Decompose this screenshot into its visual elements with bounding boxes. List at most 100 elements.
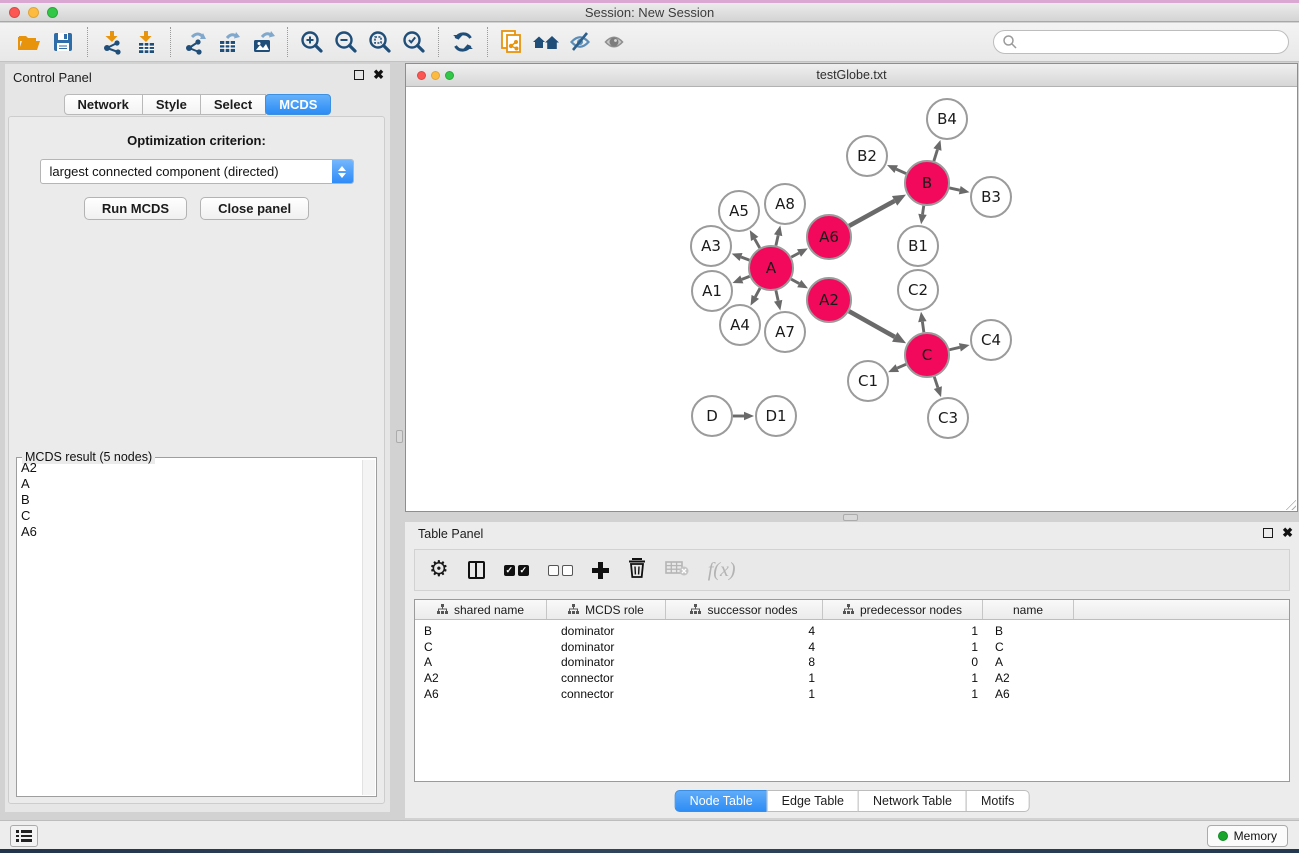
graph-node-label: D bbox=[706, 407, 718, 425]
table-row[interactable]: Bdominator41B bbox=[415, 623, 1289, 639]
result-item[interactable]: A bbox=[18, 476, 361, 492]
column-header-predecessor-nodes[interactable]: predecessor nodes bbox=[823, 600, 983, 619]
column-header-mcds-role[interactable]: MCDS role bbox=[547, 600, 666, 619]
run-mcds-button[interactable]: Run MCDS bbox=[84, 197, 187, 220]
mcds-result-list[interactable]: A2 A B C A6 bbox=[18, 460, 361, 795]
result-item[interactable]: B bbox=[18, 492, 361, 508]
float-panel-icon[interactable] bbox=[354, 70, 364, 80]
graph-edge-B-B2[interactable] bbox=[896, 169, 906, 173]
clone-network-icon[interactable] bbox=[495, 26, 529, 58]
float-table-panel-icon[interactable] bbox=[1263, 528, 1273, 538]
tab-select[interactable]: Select bbox=[200, 94, 266, 115]
graph-node-label: A2 bbox=[819, 291, 839, 309]
graph-node-label: C bbox=[922, 346, 932, 364]
hide-details-icon[interactable] bbox=[563, 26, 597, 58]
import-table-icon[interactable] bbox=[129, 26, 163, 58]
table-row[interactable]: A6connector11A6 bbox=[415, 686, 1289, 702]
tab-network-table[interactable]: Network Table bbox=[858, 790, 967, 812]
column-header-name[interactable]: name bbox=[983, 600, 1074, 619]
import-network-icon[interactable] bbox=[95, 26, 129, 58]
graph-edge-A-A1[interactable] bbox=[742, 276, 750, 279]
network-canvas[interactable]: B4B2BB3A8A5A6A3B1AA1C2A2A4A7C4CC1C3DD1 bbox=[406, 87, 1297, 511]
close-panel-icon[interactable]: ✖ bbox=[373, 69, 384, 81]
network-graph[interactable]: B4B2BB3A8A5A6A3B1AA1C2A2A4A7C4CC1C3DD1 bbox=[406, 87, 1297, 511]
export-image-icon[interactable] bbox=[246, 26, 280, 58]
toolbar-separator bbox=[438, 27, 439, 57]
tab-node-table[interactable]: Node Table bbox=[675, 790, 768, 812]
graph-edge-A-A6[interactable] bbox=[791, 253, 799, 257]
unselect-all-columns-icon[interactable] bbox=[548, 565, 573, 576]
graph-edge-C-C3[interactable] bbox=[934, 377, 938, 388]
show-details-icon[interactable] bbox=[597, 26, 631, 58]
graph-edge-A2-C[interactable] bbox=[849, 311, 895, 337]
result-item[interactable]: C bbox=[18, 508, 361, 524]
control-panel: Control Panel ✖ Network Style Select MCD… bbox=[5, 64, 390, 812]
graph-edge-B-B1[interactable] bbox=[923, 206, 924, 215]
graph-edge-A-A3[interactable] bbox=[741, 257, 749, 260]
network-window-titlebar[interactable]: testGlobe.txt bbox=[406, 64, 1297, 87]
minimize-window-button[interactable] bbox=[28, 7, 39, 18]
result-item[interactable]: A2 bbox=[18, 460, 361, 476]
graph-edge-C-C4[interactable] bbox=[949, 347, 959, 349]
graph-edge-A6-B[interactable] bbox=[849, 201, 894, 226]
table-row[interactable]: Cdominator41C bbox=[415, 639, 1289, 655]
window-title: Session: New Session bbox=[0, 3, 1299, 22]
criterion-dropdown[interactable]: largest connected component (directed) bbox=[40, 159, 354, 184]
node-table[interactable]: shared name MCDS role successor nodes pr… bbox=[414, 599, 1290, 782]
tab-edge-table[interactable]: Edge Table bbox=[767, 790, 859, 812]
attribute-icon bbox=[437, 604, 448, 615]
task-history-button[interactable] bbox=[10, 825, 38, 847]
graph-edge-A-A8[interactable] bbox=[776, 235, 778, 245]
close-panel-button[interactable]: Close panel bbox=[200, 197, 309, 220]
export-table-icon[interactable] bbox=[212, 26, 246, 58]
graph-edge-A-A5[interactable] bbox=[755, 239, 760, 248]
toolbar-search-field[interactable] bbox=[993, 30, 1289, 54]
tab-style[interactable]: Style bbox=[142, 94, 201, 115]
delete-table-icon-disabled bbox=[665, 560, 689, 581]
status-bar: Memory bbox=[0, 820, 1299, 849]
select-all-columns-icon[interactable]: ✓✓ bbox=[504, 565, 529, 576]
column-header-shared-name[interactable]: shared name bbox=[415, 600, 547, 619]
attribute-icon bbox=[843, 604, 854, 615]
maximize-window-button[interactable] bbox=[47, 7, 58, 18]
network-close-button[interactable] bbox=[417, 71, 426, 80]
table-row[interactable]: Adominator80A bbox=[415, 655, 1289, 671]
show-columns-icon[interactable] bbox=[468, 561, 485, 579]
open-file-icon[interactable] bbox=[12, 26, 46, 58]
graph-edge-B-B3[interactable] bbox=[949, 188, 959, 190]
export-network-icon[interactable] bbox=[178, 26, 212, 58]
vertical-splitter-grip[interactable] bbox=[396, 430, 403, 443]
result-list-scrollbar[interactable] bbox=[362, 460, 375, 795]
search-input[interactable] bbox=[1018, 33, 1288, 51]
close-table-panel-icon[interactable]: ✖ bbox=[1282, 527, 1293, 539]
refresh-icon[interactable] bbox=[446, 26, 480, 58]
result-item[interactable]: A6 bbox=[18, 524, 361, 540]
zoom-selected-icon[interactable] bbox=[397, 26, 431, 58]
graph-edge-A-A2[interactable] bbox=[791, 279, 799, 283]
graph-edge-B-B4[interactable] bbox=[934, 150, 938, 162]
table-row[interactable]: A2connector11A2 bbox=[415, 670, 1289, 686]
horizontal-splitter-grip[interactable] bbox=[843, 514, 858, 521]
tab-motifs[interactable]: Motifs bbox=[966, 790, 1029, 812]
save-session-icon[interactable] bbox=[46, 26, 80, 58]
graph-edge-C-C1[interactable] bbox=[897, 364, 906, 368]
add-column-icon[interactable] bbox=[592, 562, 609, 579]
network-maximize-button[interactable] bbox=[445, 71, 454, 80]
memory-button[interactable]: Memory bbox=[1207, 825, 1288, 847]
graph-edge-A-A4[interactable] bbox=[755, 288, 760, 297]
zoom-out-icon[interactable] bbox=[329, 26, 363, 58]
close-window-button[interactable] bbox=[9, 7, 20, 18]
home-icon[interactable] bbox=[529, 26, 563, 58]
network-minimize-button[interactable] bbox=[431, 71, 440, 80]
graph-edge-A-A7[interactable] bbox=[776, 290, 778, 300]
column-header-successor-nodes[interactable]: successor nodes bbox=[666, 600, 823, 619]
table-body: Bdominator41B Cdominator41C Adominator80… bbox=[415, 620, 1289, 702]
delete-column-icon[interactable] bbox=[628, 557, 646, 583]
zoom-in-icon[interactable] bbox=[295, 26, 329, 58]
zoom-fit-icon[interactable] bbox=[363, 26, 397, 58]
tab-mcds[interactable]: MCDS bbox=[265, 94, 331, 115]
tab-network[interactable]: Network bbox=[64, 94, 143, 115]
window-titlebar[interactable]: Session: New Session bbox=[0, 3, 1299, 22]
graph-edge-C-C2[interactable] bbox=[922, 322, 923, 333]
table-settings-gear-icon[interactable]: ⚙ bbox=[429, 559, 449, 581]
